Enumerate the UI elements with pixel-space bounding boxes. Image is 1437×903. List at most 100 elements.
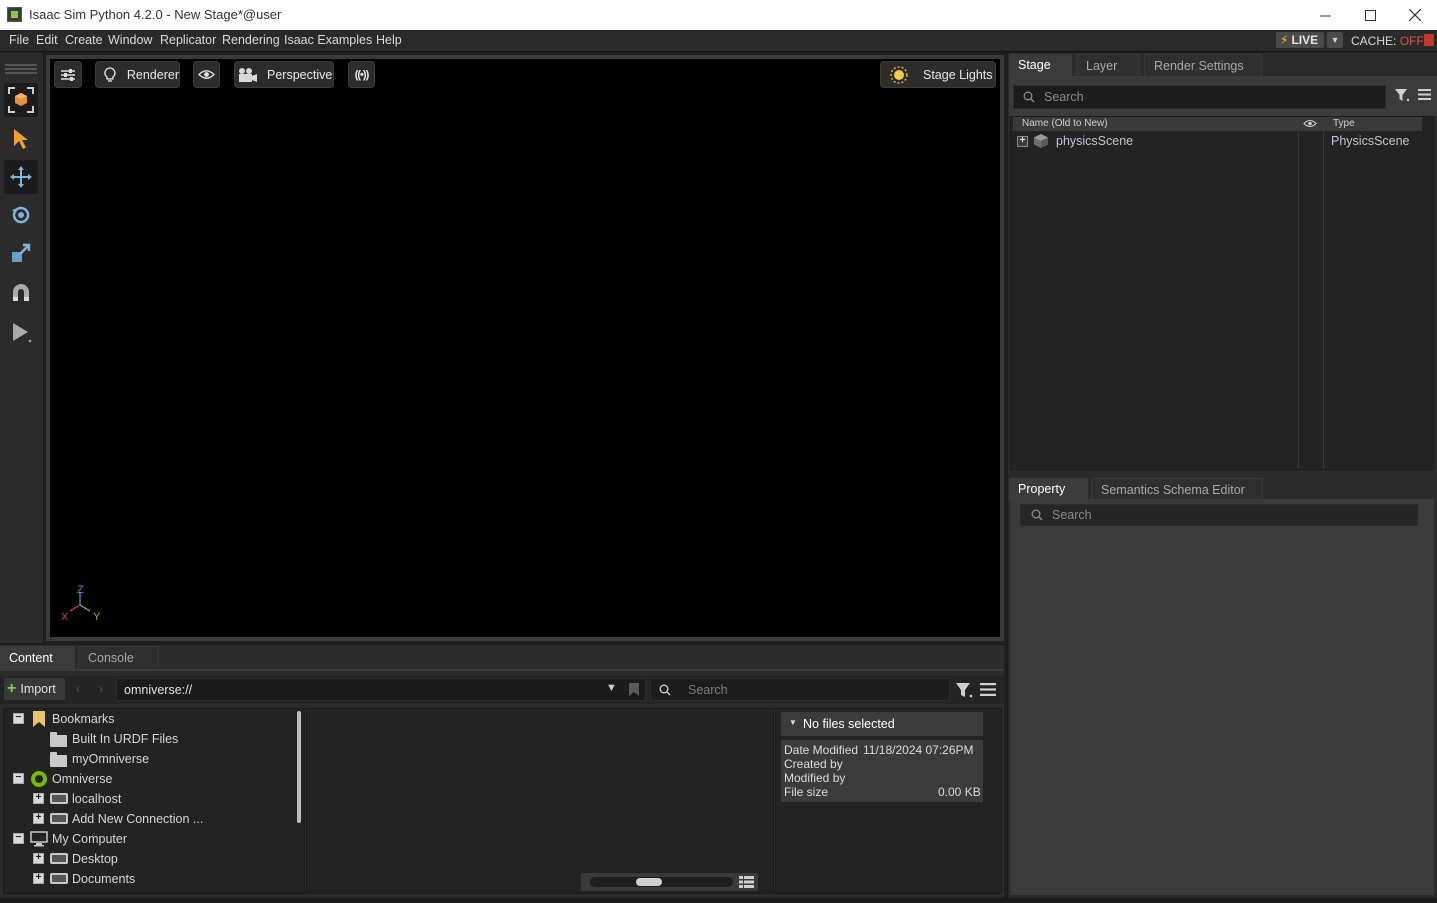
path-input[interactable]: omniverse:// ▼	[116, 678, 646, 701]
expand-icon[interactable]: +	[1017, 136, 1028, 147]
menu-create[interactable]: Create	[65, 33, 103, 47]
import-button[interactable]: + Import	[4, 678, 65, 700]
play-icon	[13, 323, 32, 343]
stage-tree	[1010, 116, 1434, 470]
stage-search-input[interactable]: Search	[1013, 85, 1386, 109]
tree-item-myomniverse[interactable]: myOmniverse	[4, 750, 294, 768]
zoom-slider-track[interactable]	[590, 877, 733, 887]
menu-rendering[interactable]: Rendering	[222, 33, 280, 47]
snap-button[interactable]	[4, 276, 38, 310]
stage-search-placeholder: Search	[1044, 90, 1084, 104]
details-title: No files selected	[803, 717, 895, 731]
minimize-icon	[1319, 15, 1331, 16]
collapse-icon[interactable]: −	[13, 773, 24, 784]
server-icon	[50, 793, 68, 804]
viewport-settings-button[interactable]	[54, 61, 82, 88]
toolbar-grip[interactable]	[5, 72, 37, 74]
visibility-button[interactable]	[193, 61, 220, 88]
toolbar-grip[interactable]	[5, 68, 37, 70]
expand-icon[interactable]: +	[33, 873, 44, 884]
tab-layer[interactable]: Layer	[1076, 54, 1140, 76]
column-name[interactable]: Name (Old to New)	[1022, 118, 1108, 129]
axis-z-label: Z	[77, 584, 84, 596]
property-search-input[interactable]: Search	[1020, 504, 1418, 526]
details-header[interactable]: ▼ No files selected	[781, 712, 983, 736]
stage-row-physicsscene[interactable]: + physicsScene PhysicsScene	[1013, 133, 1433, 151]
camera-button[interactable]: Perspective	[234, 61, 334, 88]
play-button[interactable]	[4, 315, 38, 349]
tree-scrollbar[interactable]	[297, 711, 301, 823]
plus-icon: +	[7, 680, 17, 697]
list-view-icon[interactable]	[739, 876, 754, 888]
renderer-button[interactable]: Renderer	[95, 61, 180, 88]
sun-icon	[890, 65, 908, 84]
menu-isaac-examples[interactable]: Isaac Examples	[284, 33, 372, 47]
visibility-column-icon[interactable]	[1303, 119, 1317, 128]
menu-help[interactable]: Help	[376, 33, 402, 47]
cache-status[interactable]: CACHE: OFF	[1351, 34, 1424, 48]
search-icon	[1023, 91, 1035, 103]
hamburger-menu-icon[interactable]	[1418, 89, 1431, 100]
axis-x-label: X	[61, 611, 69, 623]
live-button[interactable]: ⚡ LIVE	[1276, 32, 1324, 48]
tree-item-documents[interactable]: + Documents	[4, 870, 294, 888]
tree-item-add-new-connection[interactable]: + Add New Connection ...	[4, 810, 294, 828]
cache-state: OFF	[1399, 34, 1424, 48]
collapse-icon[interactable]: −	[13, 833, 24, 844]
hamburger-menu-icon[interactable]	[980, 683, 996, 696]
tab-semantics-schema-editor[interactable]: Semantics Schema Editor	[1091, 478, 1263, 500]
file-size-value: 0.00 KB	[938, 785, 981, 799]
expand-icon[interactable]: +	[33, 793, 44, 804]
prim-type: PhysicsScene	[1331, 134, 1410, 148]
minimize-button[interactable]	[1302, 0, 1348, 30]
tree-item-desktop[interactable]: + Desktop	[4, 850, 294, 868]
maximize-button[interactable]	[1347, 0, 1393, 30]
scale-tool-button[interactable]	[4, 236, 38, 270]
menu-replicator[interactable]: Replicator	[160, 33, 216, 47]
content-search-input[interactable]: Search	[650, 678, 950, 701]
menu-edit[interactable]: Edit	[36, 33, 58, 47]
bookmark-icon[interactable]	[628, 682, 640, 697]
live-dropdown-button[interactable]: ▼	[1327, 32, 1343, 48]
modified-by-label: Modified by	[784, 771, 846, 785]
tab-stage[interactable]: Stage	[1009, 54, 1072, 76]
select-tool-button[interactable]	[4, 122, 38, 156]
tree-label: Built In URDF Files	[72, 732, 179, 746]
file-grid[interactable]	[306, 708, 774, 894]
tree-item-built-in-urdf-files[interactable]: Built In URDF Files	[4, 730, 294, 748]
toolbar-grip[interactable]	[5, 64, 37, 66]
tree-item-bookmarks[interactable]: − Bookmarks	[4, 710, 294, 728]
select-mode-button[interactable]	[4, 83, 38, 117]
move-tool-button[interactable]	[4, 160, 38, 194]
stage-lights-button[interactable]: Stage Lights	[880, 61, 996, 88]
tab-render-settings[interactable]: Render Settings	[1144, 54, 1262, 76]
viewport[interactable]	[50, 59, 1000, 637]
expand-icon[interactable]: +	[33, 853, 44, 864]
cache-icon[interactable]	[1424, 34, 1434, 46]
tab-property[interactable]: Property	[1009, 478, 1088, 500]
zoom-slider-handle[interactable]	[636, 878, 662, 886]
column-type[interactable]: Type	[1333, 118, 1355, 129]
tree-item-my-computer[interactable]: − My Computer	[4, 830, 294, 848]
prim-name: physicsScene	[1056, 134, 1134, 148]
created-by-label: Created by	[784, 757, 843, 771]
tab-content[interactable]: Content	[0, 646, 75, 669]
left-toolbar	[0, 53, 44, 643]
menu-window[interactable]: Window	[108, 33, 152, 47]
filter-icon[interactable]	[1394, 88, 1410, 102]
tab-console[interactable]: Console	[78, 646, 159, 669]
tree-item-localhost[interactable]: + localhost	[4, 790, 294, 808]
collapse-icon[interactable]: −	[13, 713, 24, 724]
rotate-tool-button[interactable]	[4, 198, 38, 232]
tree-item-omniverse[interactable]: − Omniverse	[4, 770, 294, 788]
menu-file[interactable]: File	[9, 33, 29, 47]
close-button[interactable]	[1392, 0, 1437, 30]
forward-arrow-icon[interactable]: ›	[99, 682, 103, 696]
filter-icon[interactable]	[955, 682, 973, 698]
file-size-label: File size	[784, 785, 829, 799]
grid-zoom-bar	[581, 873, 758, 891]
path-dropdown-icon[interactable]: ▼	[606, 682, 617, 694]
expand-icon[interactable]: +	[33, 813, 44, 824]
back-arrow-icon[interactable]: ‹	[76, 682, 80, 696]
broadcast-button[interactable]: ((•))	[348, 61, 375, 88]
